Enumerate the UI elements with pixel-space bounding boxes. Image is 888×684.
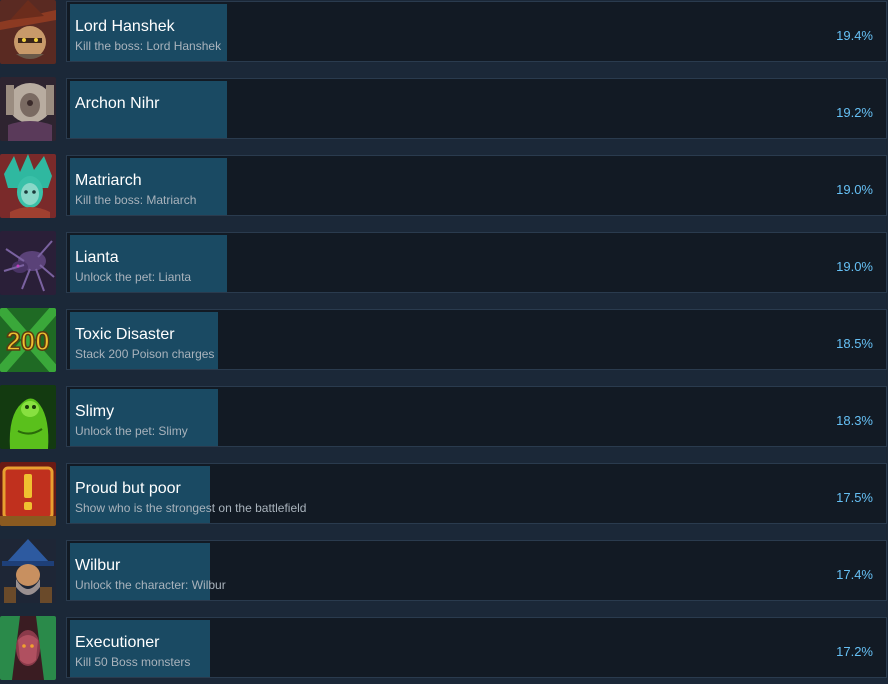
achievement-progress-bar: Archon Nihr 19.2%	[66, 78, 887, 139]
achievement-description: Unlock the pet: Slimy	[75, 424, 188, 438]
achievement-progress-bar: Toxic Disaster Stack 200 Poison charges …	[66, 309, 887, 370]
achievement-description: Unlock the character: Wilbur	[75, 578, 226, 592]
achievement-description: Unlock the pet: Lianta	[75, 270, 192, 284]
wilbur-icon	[0, 539, 56, 603]
achievement-row-toxic-disaster[interactable]: 200 Toxic Disaster Stack 200 Poison char…	[0, 308, 888, 372]
achievement-progress-bar: Slimy Unlock the pet: Slimy 18.3%	[66, 386, 887, 447]
achievement-percent: 18.5%	[836, 336, 873, 351]
achievement-percent: 17.5%	[836, 490, 873, 505]
achievement-row-lianta[interactable]: Lianta Unlock the pet: Lianta 19.0%	[0, 231, 888, 295]
achievement-title: Wilbur	[75, 557, 121, 574]
lord-hanshek-icon	[0, 0, 56, 64]
achievement-percent: 17.2%	[836, 644, 873, 659]
achievement-row-executioner[interactable]: Executioner Kill 50 Boss monsters 17.2%	[0, 616, 888, 680]
achievement-progress-bar: Lord Hanshek Kill the boss: Lord Hanshek…	[66, 1, 887, 62]
achievement-description: Kill the boss: Lord Hanshek	[75, 39, 222, 53]
achievement-title: Lord Hanshek	[75, 18, 175, 35]
achievement-description: Kill the boss: Matriarch	[75, 193, 197, 207]
achievement-title: Lianta	[75, 249, 119, 266]
achievement-percent: 19.2%	[836, 105, 873, 120]
achievement-row-matriarch[interactable]: Matriarch Kill the boss: Matriarch 19.0%	[0, 154, 888, 218]
achievement-row-archon-nihr[interactable]: Archon Nihr 19.2%	[0, 77, 888, 141]
achievement-title: Proud but poor	[75, 480, 181, 497]
executioner-icon	[0, 616, 56, 680]
achievement-progress-bar: Lianta Unlock the pet: Lianta 19.0%	[66, 232, 887, 293]
achievement-percent: 18.3%	[836, 413, 873, 428]
achievement-progress-bar: Matriarch Kill the boss: Matriarch 19.0%	[66, 155, 887, 216]
proud-but-poor-icon	[0, 462, 56, 526]
archon-nihr-icon	[0, 77, 56, 141]
lianta-icon	[0, 231, 56, 295]
achievement-progress-bar: Executioner Kill 50 Boss monsters 17.2%	[66, 617, 887, 678]
matriarch-icon	[0, 154, 56, 218]
achievement-percent: 19.4%	[836, 28, 873, 43]
achievement-title: Executioner	[75, 634, 160, 651]
achievement-row-proud-but-poor[interactable]: Proud but poor Show who is the strongest…	[0, 462, 888, 526]
achievement-title: Toxic Disaster	[75, 326, 175, 343]
achievement-description: Stack 200 Poison charges	[75, 347, 215, 361]
achievement-row-lord-hanshek[interactable]: Lord Hanshek Kill the boss: Lord Hanshek…	[0, 0, 888, 64]
achievement-title: Slimy	[75, 403, 115, 420]
slimy-icon	[0, 385, 56, 449]
toxic-disaster-icon: 200	[0, 308, 56, 372]
achievement-percent: 17.4%	[836, 567, 873, 582]
achievement-progress-bar: Proud but poor Show who is the strongest…	[66, 463, 887, 524]
achievement-description: Kill 50 Boss monsters	[75, 655, 191, 669]
icon-text: 200	[6, 326, 49, 356]
achievement-percent: 19.0%	[836, 182, 873, 197]
achievement-description: Show who is the strongest on the battlef…	[75, 501, 307, 515]
achievement-percent: 19.0%	[836, 259, 873, 274]
achievement-row-wilbur[interactable]: Wilbur Unlock the character: Wilbur 17.4…	[0, 539, 888, 603]
achievement-list: Lord Hanshek Kill the boss: Lord Hanshek…	[0, 0, 888, 684]
achievement-title: Archon Nihr	[75, 95, 160, 112]
achievement-progress-bar: Wilbur Unlock the character: Wilbur 17.4…	[66, 540, 887, 601]
achievement-title: Matriarch	[75, 172, 142, 189]
achievement-row-slimy[interactable]: Slimy Unlock the pet: Slimy 18.3%	[0, 385, 888, 449]
